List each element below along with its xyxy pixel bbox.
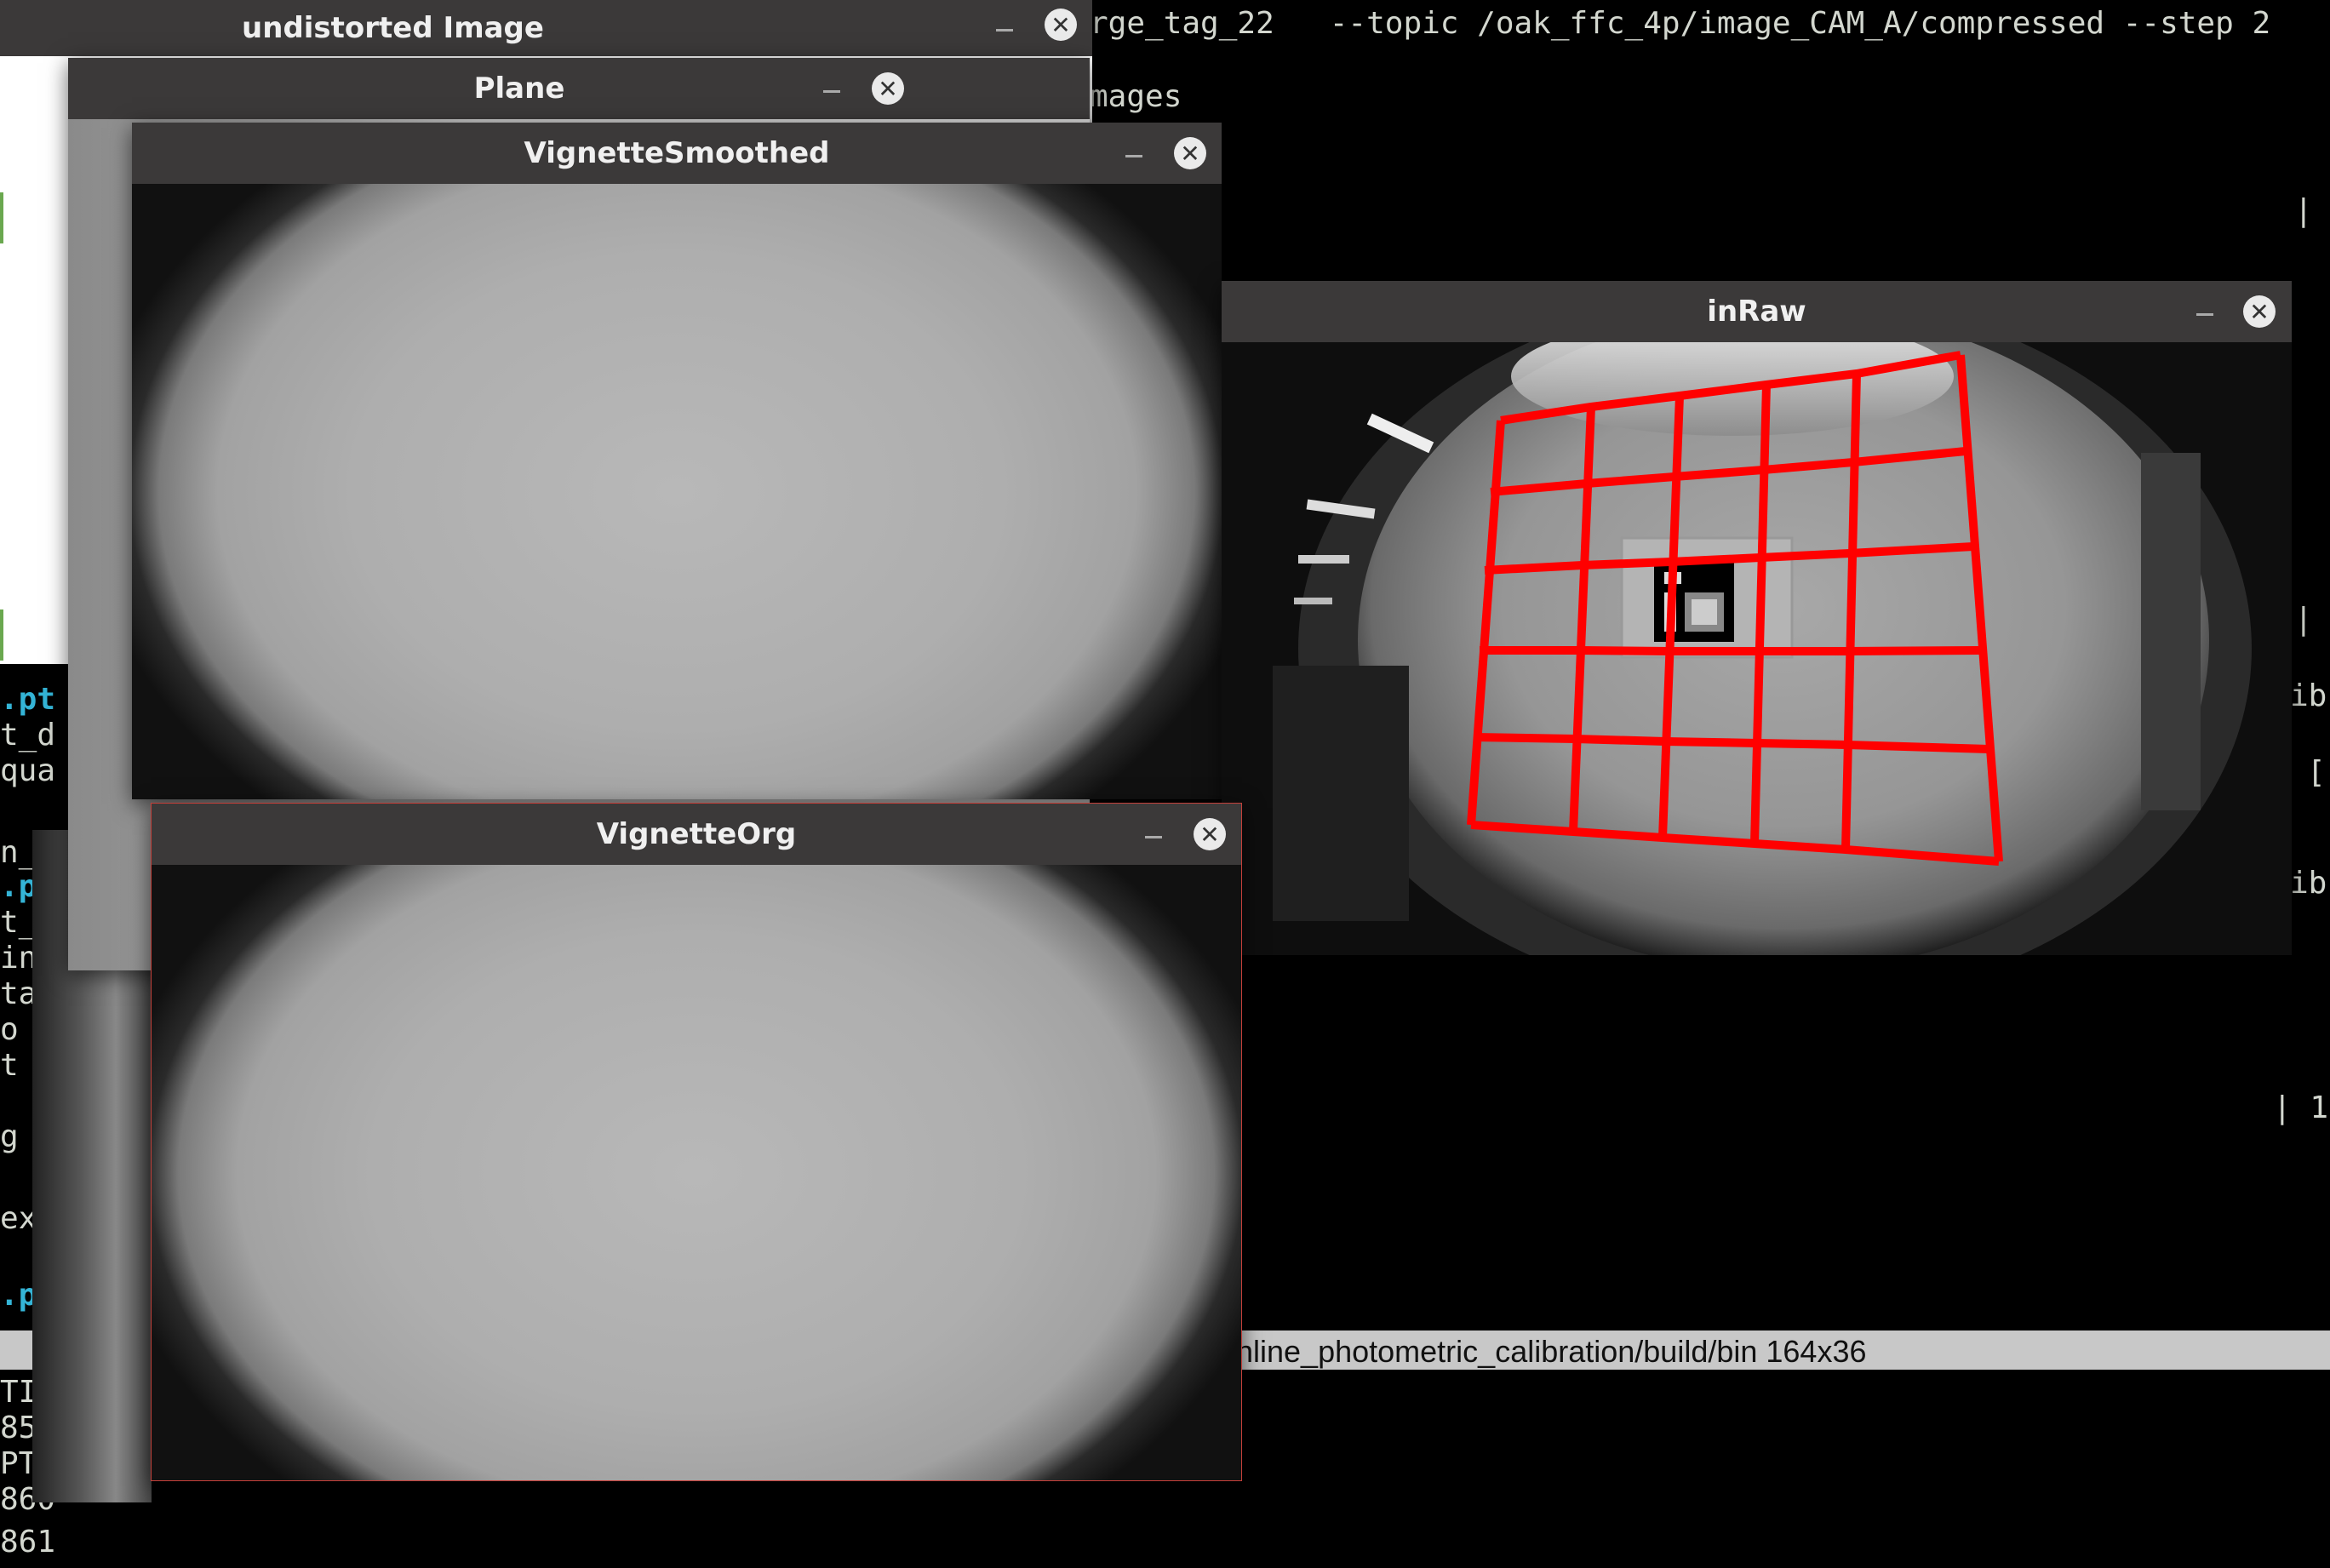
close-icon[interactable]: ✕: [1174, 137, 1206, 169]
close-icon[interactable]: ✕: [2243, 295, 2276, 328]
terminal-right-fragment: ib: [2290, 866, 2327, 901]
close-icon[interactable]: ✕: [872, 72, 904, 105]
minimize-icon[interactable]: [1145, 836, 1162, 838]
terminal-left-fragment: qua: [0, 753, 56, 788]
green-indicator: [0, 609, 3, 661]
terminal-right-fragment: |: [2294, 193, 2313, 228]
minimize-icon[interactable]: [1125, 155, 1142, 157]
terminal-left-fragment: 861: [0, 1525, 56, 1559]
window-titlebar[interactable]: VignetteOrg ✕: [152, 804, 1241, 865]
terminal-left-fragment: t_d: [0, 718, 56, 753]
terminal-left-fragment: o: [0, 1012, 19, 1047]
terminal-right-fragment: |: [2294, 602, 2313, 637]
window-titlebar[interactable]: undistorted Image ✕: [0, 0, 1092, 56]
terminal-left-fragment: PT: [0, 1446, 37, 1481]
in-raw-image: [1222, 342, 2292, 955]
terminal-cyan-prefix: .pt: [0, 682, 56, 717]
window-vignette-smoothed[interactable]: VignetteSmoothed ✕: [132, 123, 1222, 799]
close-icon[interactable]: ✕: [1045, 9, 1077, 41]
window-title: VignetteOrg: [596, 817, 797, 851]
window-in-raw[interactable]: inRaw ✕: [1222, 281, 2292, 955]
green-indicator: [0, 192, 3, 243]
terminal-left-fragment: in: [0, 941, 37, 976]
window-title: Plane: [473, 72, 565, 106]
terminal-left-fragment: t_: [0, 905, 37, 940]
terminal-line-images: mages: [1090, 79, 1182, 114]
close-icon[interactable]: ✕: [1194, 818, 1226, 850]
vignette-org-image: [152, 865, 1241, 1480]
terminal-right-fragment: [: [2307, 755, 2326, 790]
minimize-icon[interactable]: [2196, 313, 2213, 316]
terminal-left-fragment: ta: [0, 976, 37, 1011]
terminal-line-command: rge_tag_22 --topic /oak_ffc_4p/image_CAM…: [1090, 6, 2271, 41]
window-titlebar[interactable]: inRaw ✕: [1222, 281, 2292, 342]
window-title: VignetteSmoothed: [524, 136, 830, 170]
terminal-left-fragment: TI: [0, 1375, 37, 1410]
window-titlebar[interactable]: Plane ✕: [68, 58, 1090, 119]
in-raw-fisheye-view: [1222, 342, 2292, 955]
vignette-smoothed-image: [132, 184, 1222, 799]
terminal-left-fragment: ex: [0, 1201, 37, 1236]
minimize-icon[interactable]: [823, 90, 840, 93]
window-titlebar[interactable]: VignetteSmoothed ✕: [132, 123, 1222, 184]
window-title: inRaw: [1707, 295, 1806, 329]
terminal-right-fragment: | 1: [2273, 1090, 2329, 1125]
minimize-icon[interactable]: [996, 29, 1013, 31]
terminal-left-fragment: .pt: [0, 681, 55, 718]
terminal-left-fragment: 85: [0, 1411, 37, 1445]
terminal-status-text: nline_photometric_calibration/build/bin …: [1236, 1334, 1867, 1369]
terminal-right-fragment: ib: [2290, 678, 2327, 713]
window-vignette-org[interactable]: VignetteOrg ✕: [151, 803, 1242, 1481]
window-title: undistorted Image: [242, 11, 544, 45]
